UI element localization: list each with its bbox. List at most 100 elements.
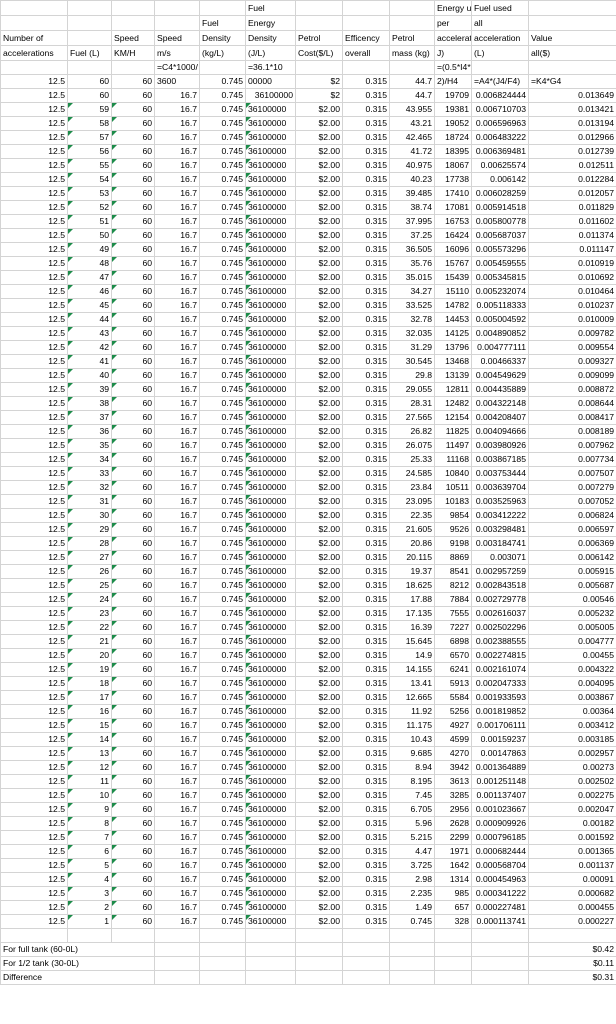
table-cell[interactable]: $2.00 bbox=[295, 522, 343, 537]
table-cell[interactable]: 60 bbox=[111, 186, 155, 201]
table-cell[interactable]: 0.003525963 bbox=[471, 494, 529, 509]
header-cell[interactable] bbox=[111, 15, 155, 31]
header-cell[interactable]: Energy bbox=[245, 15, 296, 31]
table-cell[interactable]: 60 bbox=[111, 690, 155, 705]
table-cell[interactable]: 7884 bbox=[434, 592, 472, 607]
table-cell[interactable]: 12.5 bbox=[0, 130, 68, 145]
empty-cell[interactable] bbox=[0, 928, 68, 943]
table-cell[interactable]: 36100000 bbox=[245, 690, 296, 705]
table-cell[interactable]: 0.315 bbox=[342, 718, 390, 733]
table-cell[interactable]: 0.745 bbox=[199, 102, 246, 117]
empty-cell[interactable] bbox=[434, 942, 472, 957]
table-cell[interactable]: 60 bbox=[111, 634, 155, 649]
header-cell[interactable] bbox=[528, 0, 616, 16]
table-cell[interactable]: 16.7 bbox=[154, 102, 200, 117]
table-cell[interactable]: 12.665 bbox=[389, 690, 435, 705]
table-cell[interactable]: 44.7 bbox=[389, 74, 435, 89]
table-cell[interactable]: 34 bbox=[67, 452, 112, 467]
table-cell[interactable]: $2.00 bbox=[295, 872, 343, 887]
table-cell[interactable]: 16.39 bbox=[389, 620, 435, 635]
table-cell[interactable]: 0.004095 bbox=[528, 676, 616, 691]
table-cell[interactable]: 11.92 bbox=[389, 704, 435, 719]
table-cell[interactable]: 16.7 bbox=[154, 172, 200, 187]
table-cell[interactable]: $2.00 bbox=[295, 508, 343, 523]
table-cell[interactable]: 12.5 bbox=[0, 550, 68, 565]
table-cell[interactable]: 60 bbox=[111, 648, 155, 663]
table-cell[interactable]: 0.006142 bbox=[528, 550, 616, 565]
empty-cell[interactable] bbox=[389, 928, 435, 943]
table-cell[interactable]: 15110 bbox=[434, 284, 472, 299]
table-cell[interactable]: 4 bbox=[67, 872, 112, 887]
table-cell[interactable]: 12.5 bbox=[0, 760, 68, 775]
table-cell[interactable]: 16.7 bbox=[154, 592, 200, 607]
empty-cell[interactable] bbox=[389, 956, 435, 971]
table-cell[interactable]: 0.009782 bbox=[528, 326, 616, 341]
table-cell[interactable]: 36100000 bbox=[245, 886, 296, 901]
table-cell[interactable]: 0.000682444 bbox=[471, 844, 529, 859]
table-cell[interactable]: $2.00 bbox=[295, 186, 343, 201]
table-cell[interactable]: 328 bbox=[434, 914, 472, 929]
table-cell[interactable]: 16.7 bbox=[154, 872, 200, 887]
header-cell[interactable]: per bbox=[434, 15, 472, 31]
summary-label[interactable]: For full tank (60-0L) bbox=[0, 942, 155, 957]
table-cell[interactable]: 36100000 bbox=[245, 676, 296, 691]
table-cell[interactable]: 11 bbox=[67, 774, 112, 789]
empty-cell[interactable] bbox=[154, 928, 200, 943]
table-cell[interactable]: 5584 bbox=[434, 690, 472, 705]
table-cell[interactable]: 60 bbox=[111, 452, 155, 467]
formula-cell[interactable] bbox=[471, 60, 529, 75]
table-cell[interactable]: 12.5 bbox=[0, 886, 68, 901]
table-cell[interactable]: 16424 bbox=[434, 228, 472, 243]
table-cell[interactable]: 0.315 bbox=[342, 396, 390, 411]
table-cell[interactable]: 12154 bbox=[434, 410, 472, 425]
table-cell[interactable]: 0.745 bbox=[199, 914, 246, 929]
table-cell[interactable]: =A4*(J4/F4) bbox=[471, 74, 529, 89]
table-cell[interactable]: 60 bbox=[111, 256, 155, 271]
empty-cell[interactable] bbox=[67, 928, 112, 943]
empty-cell[interactable] bbox=[471, 928, 529, 943]
table-cell[interactable]: 5.215 bbox=[389, 830, 435, 845]
table-cell[interactable]: 0.315 bbox=[342, 116, 390, 131]
empty-cell[interactable] bbox=[199, 928, 246, 943]
table-cell[interactable]: 0.745 bbox=[199, 508, 246, 523]
table-cell[interactable]: 16.7 bbox=[154, 284, 200, 299]
formula-cell[interactable] bbox=[67, 60, 112, 75]
table-cell[interactable]: 16.7 bbox=[154, 900, 200, 915]
table-cell[interactable]: 0.745 bbox=[199, 116, 246, 131]
table-cell[interactable]: 60 bbox=[111, 844, 155, 859]
table-cell[interactable]: 0.007279 bbox=[528, 480, 616, 495]
table-cell[interactable]: 12.5 bbox=[0, 214, 68, 229]
table-cell[interactable]: 48 bbox=[67, 256, 112, 271]
table-cell[interactable]: 2 bbox=[67, 900, 112, 915]
header-cell[interactable]: acceleration( bbox=[434, 30, 472, 46]
table-cell[interactable]: 0.315 bbox=[342, 214, 390, 229]
table-cell[interactable]: 17410 bbox=[434, 186, 472, 201]
empty-cell[interactable] bbox=[528, 928, 616, 943]
table-cell[interactable]: 0.745 bbox=[199, 312, 246, 327]
header-cell[interactable]: Density bbox=[245, 30, 296, 46]
table-cell[interactable]: 12.5 bbox=[0, 452, 68, 467]
table-cell[interactable]: 0.745 bbox=[199, 340, 246, 355]
table-cell[interactable]: 16.7 bbox=[154, 788, 200, 803]
empty-cell[interactable] bbox=[434, 956, 472, 971]
table-cell[interactable]: 0.315 bbox=[342, 172, 390, 187]
table-cell[interactable]: 0.315 bbox=[342, 438, 390, 453]
table-cell[interactable]: 0.005459555 bbox=[471, 256, 529, 271]
table-cell[interactable]: 0.004549629 bbox=[471, 368, 529, 383]
table-cell[interactable]: 0.745 bbox=[199, 620, 246, 635]
table-cell[interactable]: 49 bbox=[67, 242, 112, 257]
table-cell[interactable]: 16.7 bbox=[154, 704, 200, 719]
table-cell[interactable]: 36100000 bbox=[245, 228, 296, 243]
table-cell[interactable]: 0.006597 bbox=[528, 522, 616, 537]
table-cell[interactable]: 9 bbox=[67, 802, 112, 817]
table-cell[interactable]: 13 bbox=[67, 746, 112, 761]
table-cell[interactable]: $2.00 bbox=[295, 844, 343, 859]
table-cell[interactable]: 0.745 bbox=[199, 858, 246, 873]
table-cell[interactable]: 0.745 bbox=[199, 774, 246, 789]
table-cell[interactable]: 7555 bbox=[434, 606, 472, 621]
table-cell[interactable]: 43.955 bbox=[389, 102, 435, 117]
table-cell[interactable]: 0.745 bbox=[199, 592, 246, 607]
table-cell[interactable]: $2.00 bbox=[295, 648, 343, 663]
table-cell[interactable]: 0.745 bbox=[199, 256, 246, 271]
table-cell[interactable]: 0.315 bbox=[342, 662, 390, 677]
